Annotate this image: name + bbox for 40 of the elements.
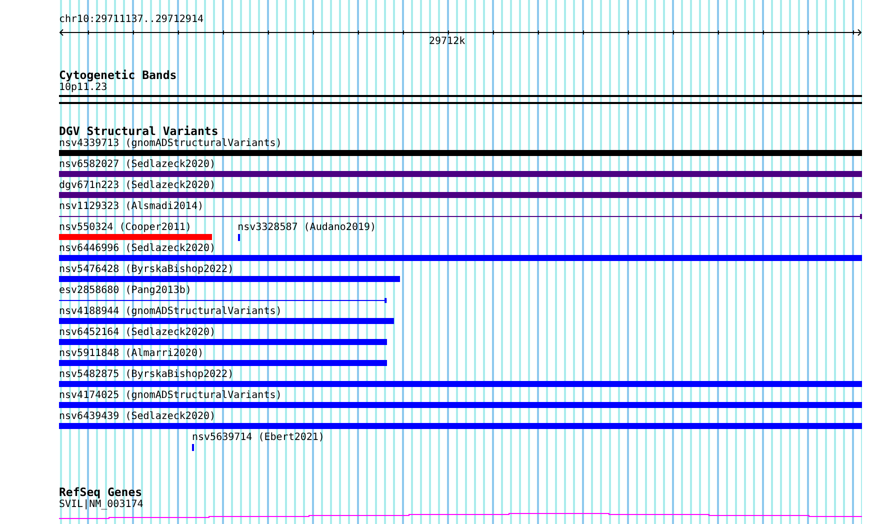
variant-bar[interactable] [59, 402, 862, 408]
variant-label: nsv5476428 (ByrskaBishop2022) [59, 264, 234, 276]
variant-label: nsv1129323 (Alsmadi2014) [59, 201, 204, 213]
variant-label: nsv550324 (Cooper2011) [59, 222, 192, 234]
variant-bar[interactable] [59, 171, 862, 177]
variant-bar[interactable] [59, 318, 394, 324]
variant-bar[interactable] [59, 360, 387, 366]
variant-bar[interactable] [59, 276, 400, 282]
gene-line[interactable] [59, 513, 862, 519]
variant-label: nsv3328587 (Audano2019) [238, 222, 376, 234]
variant-line[interactable] [59, 214, 862, 219]
variant-label: nsv5482875 (ByrskaBishop2022) [59, 369, 234, 381]
location-label: chr10:29711137..29712914 [59, 14, 204, 26]
variant-bar[interactable] [59, 192, 862, 198]
variant-tick[interactable] [238, 234, 240, 241]
variant-label: nsv4188944 (gnomADStructuralVariants) [59, 306, 282, 318]
ruler-tick-label: 29712k [429, 36, 466, 48]
variant-label: nsv5639714 (Ebert2021) [192, 432, 324, 444]
variant-line[interactable] [59, 298, 387, 303]
variant-label: nsv6582027 (Sedlazeck2020) [59, 159, 216, 171]
variant-bar[interactable] [59, 423, 862, 429]
track-title: RefSeq Genes [59, 486, 142, 499]
variant-label: nsv5911848 (Almarri2020) [59, 348, 204, 360]
variant-bar[interactable] [59, 339, 387, 345]
variant-bar[interactable] [59, 234, 212, 240]
band-label: 10p11.23 [59, 82, 108, 94]
variant-label: esv2858680 (Pang2013b) [59, 285, 192, 297]
variant-bar[interactable] [59, 150, 862, 156]
chromosome-band[interactable] [59, 95, 862, 104]
variant-label: nsv4339713 (gnomADStructuralVariants) [59, 138, 282, 150]
track-title: Cytogenetic Bands [59, 69, 177, 82]
variant-label: dgv671n223 (Sedlazeck2020) [59, 180, 216, 192]
gene-label: SVIL|NM_003174 [59, 499, 144, 511]
variant-bar[interactable] [59, 255, 862, 261]
track-title: DGV Structural Variants [59, 125, 218, 138]
variant-label: nsv6452164 (Sedlazeck2020) [59, 327, 216, 339]
variant-label: nsv6439439 (Sedlazeck2020) [59, 411, 216, 423]
variant-bar[interactable] [59, 381, 862, 387]
variant-label: nsv4174025 (gnomADStructuralVariants) [59, 390, 282, 402]
variant-label: nsv6446996 (Sedlazeck2020) [59, 243, 216, 255]
